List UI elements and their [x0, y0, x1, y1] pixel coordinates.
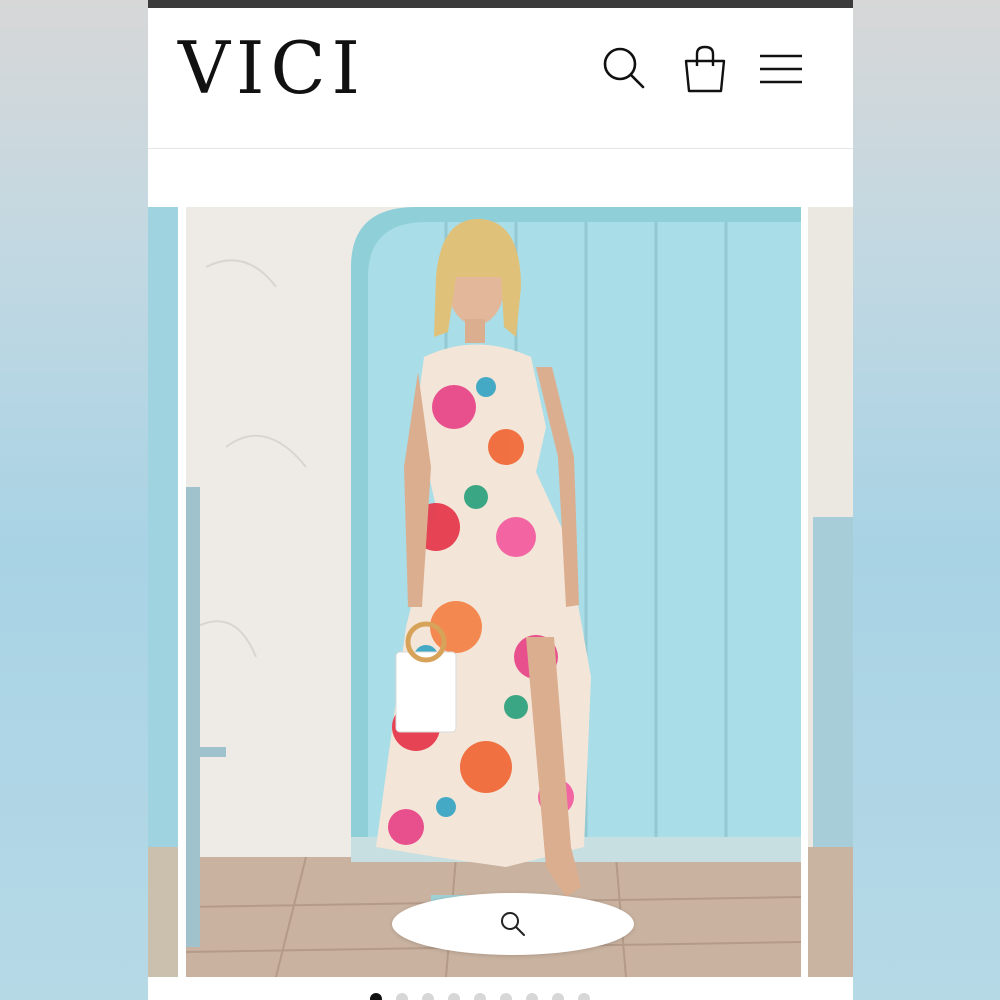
- slide-dot-1[interactable]: [370, 993, 382, 1000]
- model-photo: [186, 207, 801, 977]
- hamburger-menu-icon: [760, 54, 802, 84]
- slide-dot-7[interactable]: [526, 993, 538, 1000]
- mobile-page: VICI: [148, 0, 853, 1000]
- cart-button[interactable]: [680, 44, 730, 94]
- slide-dot-3[interactable]: [422, 993, 434, 1000]
- background-blur-left: [0, 0, 148, 1000]
- slide-dot-9[interactable]: [578, 993, 590, 1000]
- site-header: VICI: [148, 8, 853, 149]
- search-icon: [603, 47, 645, 89]
- status-bar-strip: [148, 0, 853, 8]
- background-blur-right: [853, 0, 1000, 1000]
- brand-logo[interactable]: VICI: [178, 32, 366, 104]
- slide-dot-4[interactable]: [448, 993, 460, 1000]
- zoom-icon: [501, 912, 525, 936]
- search-button[interactable]: [600, 44, 650, 94]
- product-image-main[interactable]: [186, 207, 801, 977]
- menu-button[interactable]: [756, 44, 806, 94]
- product-image-gallery[interactable]: [148, 207, 853, 977]
- zoom-button[interactable]: [392, 893, 634, 955]
- slide-dot-5[interactable]: [474, 993, 486, 1000]
- previous-slide-peek[interactable]: [148, 207, 178, 977]
- slide-dot-6[interactable]: [500, 993, 512, 1000]
- slide-dot-8[interactable]: [552, 993, 564, 1000]
- next-slide-peek[interactable]: [808, 207, 853, 977]
- shopping-bag-icon: [684, 45, 726, 93]
- slide-dot-2[interactable]: [396, 993, 408, 1000]
- slide-indicator: [370, 993, 590, 1000]
